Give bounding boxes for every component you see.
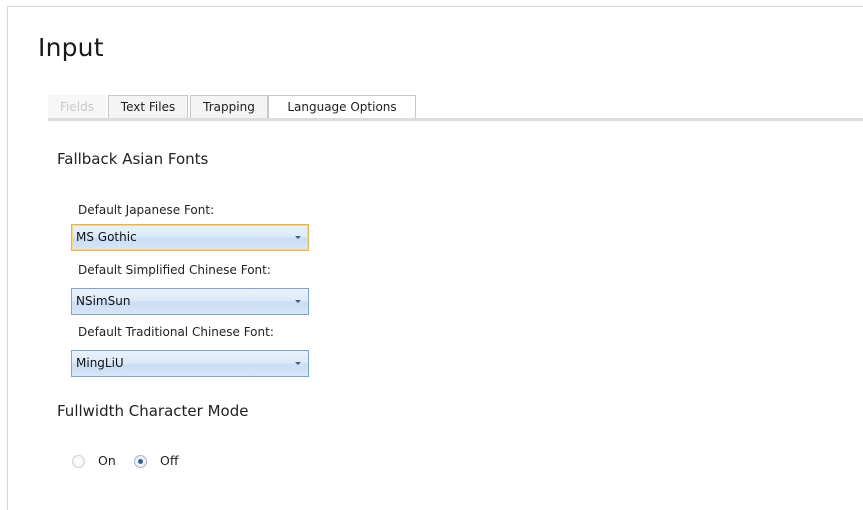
simplified-chinese-font-value: NSimSun bbox=[76, 294, 131, 308]
fallback-asian-fonts-heading: Fallback Asian Fonts bbox=[57, 150, 209, 168]
panel-left-border bbox=[7, 6, 8, 510]
tab-strip-divider bbox=[48, 118, 863, 121]
fullwidth-character-mode-heading: Fullwidth Character Mode bbox=[57, 402, 249, 420]
chevron-down-icon bbox=[295, 236, 301, 239]
fullwidth-off-radio[interactable] bbox=[134, 455, 147, 468]
tab-fields: Fields bbox=[48, 95, 106, 118]
tab-trapping[interactable]: Trapping bbox=[190, 95, 268, 118]
japanese-font-dropdown[interactable]: MS Gothic bbox=[71, 224, 309, 251]
japanese-font-label: Default Japanese Font: bbox=[78, 203, 215, 217]
simplified-chinese-font-label: Default Simplified Chinese Font: bbox=[78, 263, 271, 277]
fullwidth-on-label[interactable]: On bbox=[98, 453, 116, 468]
fullwidth-on-radio[interactable] bbox=[72, 455, 85, 468]
japanese-font-value: MS Gothic bbox=[76, 230, 137, 244]
traditional-chinese-font-value: MingLiU bbox=[76, 356, 124, 370]
tab-text-files[interactable]: Text Files bbox=[108, 95, 188, 118]
tab-language-options[interactable]: Language Options bbox=[268, 95, 416, 118]
traditional-chinese-font-dropdown[interactable]: MingLiU bbox=[71, 350, 309, 377]
chevron-down-icon bbox=[295, 300, 301, 303]
chevron-down-icon bbox=[295, 362, 301, 365]
radio-selected-dot bbox=[138, 459, 143, 464]
simplified-chinese-font-dropdown[interactable]: NSimSun bbox=[71, 288, 309, 315]
traditional-chinese-font-label: Default Traditional Chinese Font: bbox=[78, 325, 274, 339]
panel-top-border bbox=[7, 6, 863, 7]
fullwidth-off-label[interactable]: Off bbox=[160, 453, 178, 468]
page-title: Input bbox=[38, 33, 104, 62]
